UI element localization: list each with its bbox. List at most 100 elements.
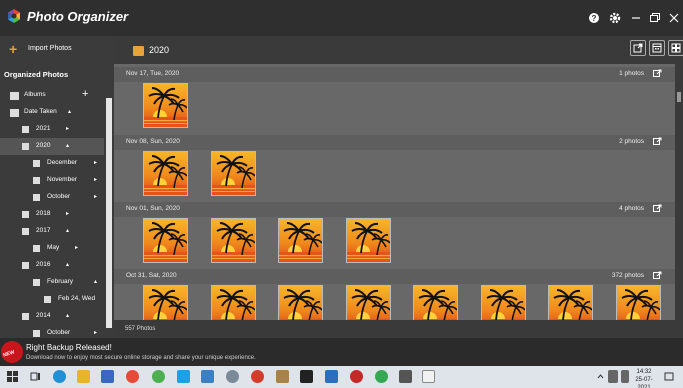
photo-thumbnail[interactable]: [548, 285, 593, 320]
photo-thumbnail[interactable]: [143, 83, 188, 128]
help-icon[interactable]: ?: [587, 11, 601, 25]
tray-arrow-icon[interactable]: [596, 370, 605, 383]
tree-item-2021[interactable]: 2021 ▸: [0, 121, 104, 138]
file-explorer-icon[interactable]: [77, 370, 90, 383]
collapse-arrow-icon[interactable]: ▴: [66, 261, 69, 268]
photo-thumbnail[interactable]: [210, 218, 256, 263]
volume-icon[interactable]: [621, 370, 629, 383]
photo-thumbnail[interactable]: [278, 218, 323, 263]
notification-banner[interactable]: NEW Right Backup Released! Download now …: [0, 338, 683, 366]
sidebar-scroll-thumb[interactable]: [106, 98, 112, 328]
skype-icon[interactable]: [177, 370, 190, 383]
collapse-arrow-icon[interactable]: ▴: [66, 312, 69, 319]
app-title: Photo Organizer: [27, 9, 129, 24]
open-group-icon[interactable]: [653, 271, 662, 280]
tree-item-2016[interactable]: 2016 ▴: [0, 257, 104, 274]
tree-item-october[interactable]: October ▸: [0, 189, 104, 206]
import-photos-button[interactable]: + Import Photos: [0, 36, 114, 62]
calendar-icon: [10, 109, 19, 117]
photo-thumbnail[interactable]: [210, 151, 256, 196]
add-album-icon[interactable]: +: [82, 88, 88, 100]
store-icon[interactable]: [101, 370, 114, 383]
expand-arrow-icon[interactable]: ▸: [94, 193, 97, 200]
tree-item-may[interactable]: May ▸: [0, 240, 104, 257]
app-red-icon[interactable]: [251, 370, 264, 383]
app-doc-icon[interactable]: [325, 370, 338, 383]
app-blue-icon[interactable]: [201, 370, 214, 383]
calendar-icon: [33, 160, 40, 167]
expand-arrow-icon[interactable]: ▸: [94, 176, 97, 183]
tree-item-february[interactable]: February ▴: [0, 274, 104, 291]
group-date: Nov 01, Sun, 2020: [126, 205, 180, 212]
tree-item-2014[interactable]: 2014 ▴: [0, 308, 104, 325]
tree-item-label: 2014: [36, 312, 51, 319]
network-icon[interactable]: [608, 370, 618, 383]
photo-thumbnail[interactable]: [413, 285, 458, 320]
tree-item-label: 2016: [36, 261, 51, 268]
photo-thumbnail[interactable]: [143, 218, 188, 263]
photo-thumbnail[interactable]: [345, 285, 391, 320]
expand-arrow-icon[interactable]: ▸: [94, 329, 97, 336]
tree-item-2017[interactable]: 2017 ▴: [0, 223, 104, 240]
calendar-icon: [33, 245, 40, 252]
minimize-icon[interactable]: [629, 11, 643, 25]
expand-arrow-icon[interactable]: ▸: [75, 244, 78, 251]
open-group-icon[interactable]: [653, 204, 662, 213]
tree-item-2018[interactable]: 2018 ▸: [0, 206, 104, 223]
app-green-icon[interactable]: [152, 370, 165, 383]
open-group-icon[interactable]: [653, 69, 662, 78]
collapse-arrow-icon[interactable]: ▴: [66, 227, 69, 234]
photo-thumbnail[interactable]: [615, 285, 661, 320]
gear-icon[interactable]: [608, 11, 622, 25]
tree-item-date-taken[interactable]: Date Taken ▴: [0, 104, 104, 121]
tree-item-2020[interactable]: 2020 ▴: [0, 138, 104, 155]
app-record-icon[interactable]: [350, 370, 363, 383]
app-dark-icon[interactable]: [300, 370, 313, 383]
svg-text:?: ?: [592, 14, 597, 23]
close-icon[interactable]: [667, 11, 681, 25]
calendar-view-button[interactable]: [649, 40, 665, 56]
app-logo-icon: [6, 8, 22, 24]
main-scroll-thumb[interactable]: [677, 92, 681, 102]
task-view-icon[interactable]: [29, 370, 42, 383]
photo-thumbnail[interactable]: [143, 285, 188, 320]
group-date: Oct 31, Sat, 2020: [126, 272, 177, 279]
expand-arrow-icon[interactable]: ▸: [94, 159, 97, 166]
edge-browser-icon[interactable]: [53, 370, 66, 383]
chrome-icon[interactable]: [126, 370, 139, 383]
open-group-icon[interactable]: [653, 137, 662, 146]
photo-thumbnail[interactable]: [143, 151, 188, 196]
expand-arrow-icon[interactable]: ▸: [66, 210, 69, 217]
tree-item-november[interactable]: November ▸: [0, 172, 104, 189]
expand-arrow-icon[interactable]: ▸: [66, 125, 69, 132]
app-chrome-alt-icon[interactable]: [375, 370, 388, 383]
notification-center-icon[interactable]: [663, 370, 675, 383]
tree-item-label: Date Taken: [24, 108, 57, 115]
notepad-icon[interactable]: [399, 370, 412, 383]
photo-organizer-taskbar-icon[interactable]: [422, 370, 435, 383]
tree-item-feb-24-wed[interactable]: Feb 24, Wed: [0, 291, 104, 308]
date-group-header: Nov 17, Tue, 2020 1 photos: [114, 67, 675, 82]
main-scrollbar[interactable]: [675, 64, 683, 320]
photo-thumbnail[interactable]: [345, 218, 391, 263]
clock[interactable]: 14:32 25-07-2021: [632, 368, 656, 388]
tree-item-october[interactable]: October ▸: [0, 325, 104, 338]
collapse-arrow-icon[interactable]: ▴: [94, 278, 97, 285]
calendar-icon: [33, 279, 40, 286]
tree-item-albums[interactable]: Albums +: [0, 87, 104, 104]
collapse-arrow-icon[interactable]: ▴: [68, 108, 71, 115]
export-button[interactable]: [630, 40, 646, 56]
calendar-icon: [33, 330, 40, 337]
photo-thumbnail[interactable]: [480, 285, 526, 320]
grid-view-button[interactable]: [668, 40, 683, 56]
tree-item-december[interactable]: December ▸: [0, 155, 104, 172]
app-grey-icon[interactable]: [226, 370, 239, 383]
app-brown-icon[interactable]: [276, 370, 289, 383]
windows-start-icon[interactable]: [6, 370, 19, 383]
restore-icon[interactable]: [648, 11, 662, 25]
collapse-arrow-icon[interactable]: ▴: [66, 142, 69, 149]
photo-count: 557 Photos: [125, 326, 156, 332]
photo-grid: Nov 17, Tue, 2020 1 photos Nov 08, Sun, 20…: [114, 64, 675, 320]
photo-thumbnail[interactable]: [278, 285, 323, 320]
photo-thumbnail[interactable]: [210, 285, 256, 320]
